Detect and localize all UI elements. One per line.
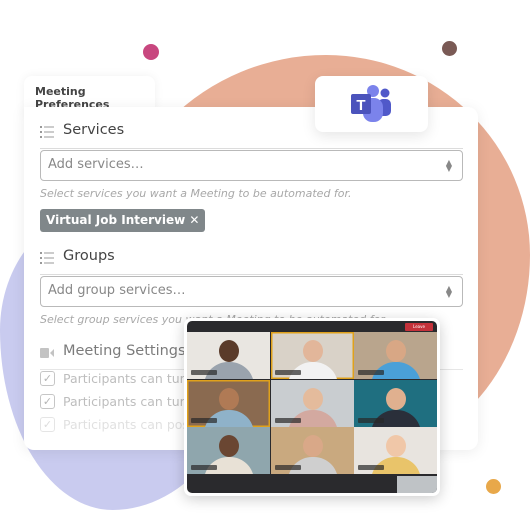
decor-dot-brown [442, 41, 457, 56]
participant-video-tile[interactable] [354, 332, 437, 379]
participant-video-tile[interactable] [354, 379, 437, 427]
participant-name-tag [191, 370, 217, 375]
participant-head [302, 387, 323, 410]
services-heading: Services [63, 122, 125, 138]
participant-name-tag [358, 417, 384, 423]
meeting-settings-heading: Meeting Settings [63, 343, 186, 359]
service-chip: Virtual Job Interview ✕ [40, 209, 206, 232]
participant-head [219, 340, 239, 362]
participant-video-tile[interactable] [270, 332, 354, 379]
video-call-window: Leave [184, 318, 440, 496]
remove-chip-icon[interactable]: ✕ [189, 213, 199, 227]
participant-head [386, 387, 406, 410]
video-camera-icon [40, 348, 54, 358]
list-icon [40, 126, 54, 138]
participant-video-tile[interactable] [187, 332, 270, 379]
participant-name-tag [274, 465, 301, 470]
participant-head [219, 435, 239, 457]
participant-head [386, 435, 406, 457]
checkbox-checked-icon: ✓ [40, 371, 55, 386]
participant-video-tile[interactable] [354, 427, 437, 474]
services-help-text: Select services you want a Meeting to be… [40, 187, 352, 200]
participant-name-tag [274, 417, 301, 423]
groups-heading: Groups [63, 248, 115, 264]
participant-video-tile[interactable] [187, 379, 270, 427]
decor-dot-orange [486, 479, 501, 494]
groups-select[interactable]: Add group services… ▲ ▼ [40, 276, 463, 307]
teams-logo-card: T [315, 76, 428, 132]
services-select[interactable]: Add services… ▲ ▼ [40, 150, 463, 181]
sort-arrows-icon: ▲ ▼ [445, 284, 452, 299]
participant-name-tag [191, 417, 217, 423]
call-toolbar: Leave [187, 321, 437, 332]
participant-head [386, 340, 406, 362]
microsoft-teams-icon: T [351, 85, 391, 122]
participant-name-tag [274, 370, 301, 375]
checkbox-checked-icon: ✓ [40, 417, 55, 432]
participant-name-tag [191, 465, 217, 470]
list-icon [40, 252, 54, 264]
sort-arrows-icon: ▲ ▼ [445, 158, 452, 173]
checkbox-checked-icon: ✓ [40, 394, 55, 409]
decor-dot-pink [143, 44, 159, 60]
svg-text:T: T [356, 97, 365, 114]
participant-name-tag [358, 465, 384, 470]
participant-head [219, 387, 239, 410]
participant-head [302, 435, 323, 457]
participant-name-tag [358, 370, 384, 375]
participant-video-tile[interactable] [270, 427, 354, 474]
participant-video-tile[interactable] [270, 379, 354, 427]
participant-video-tile[interactable] [187, 427, 270, 474]
groups-section-header: Groups [40, 242, 463, 275]
participant-head [302, 340, 323, 362]
leave-button[interactable]: Leave [405, 323, 433, 331]
self-view-tile [397, 476, 437, 493]
